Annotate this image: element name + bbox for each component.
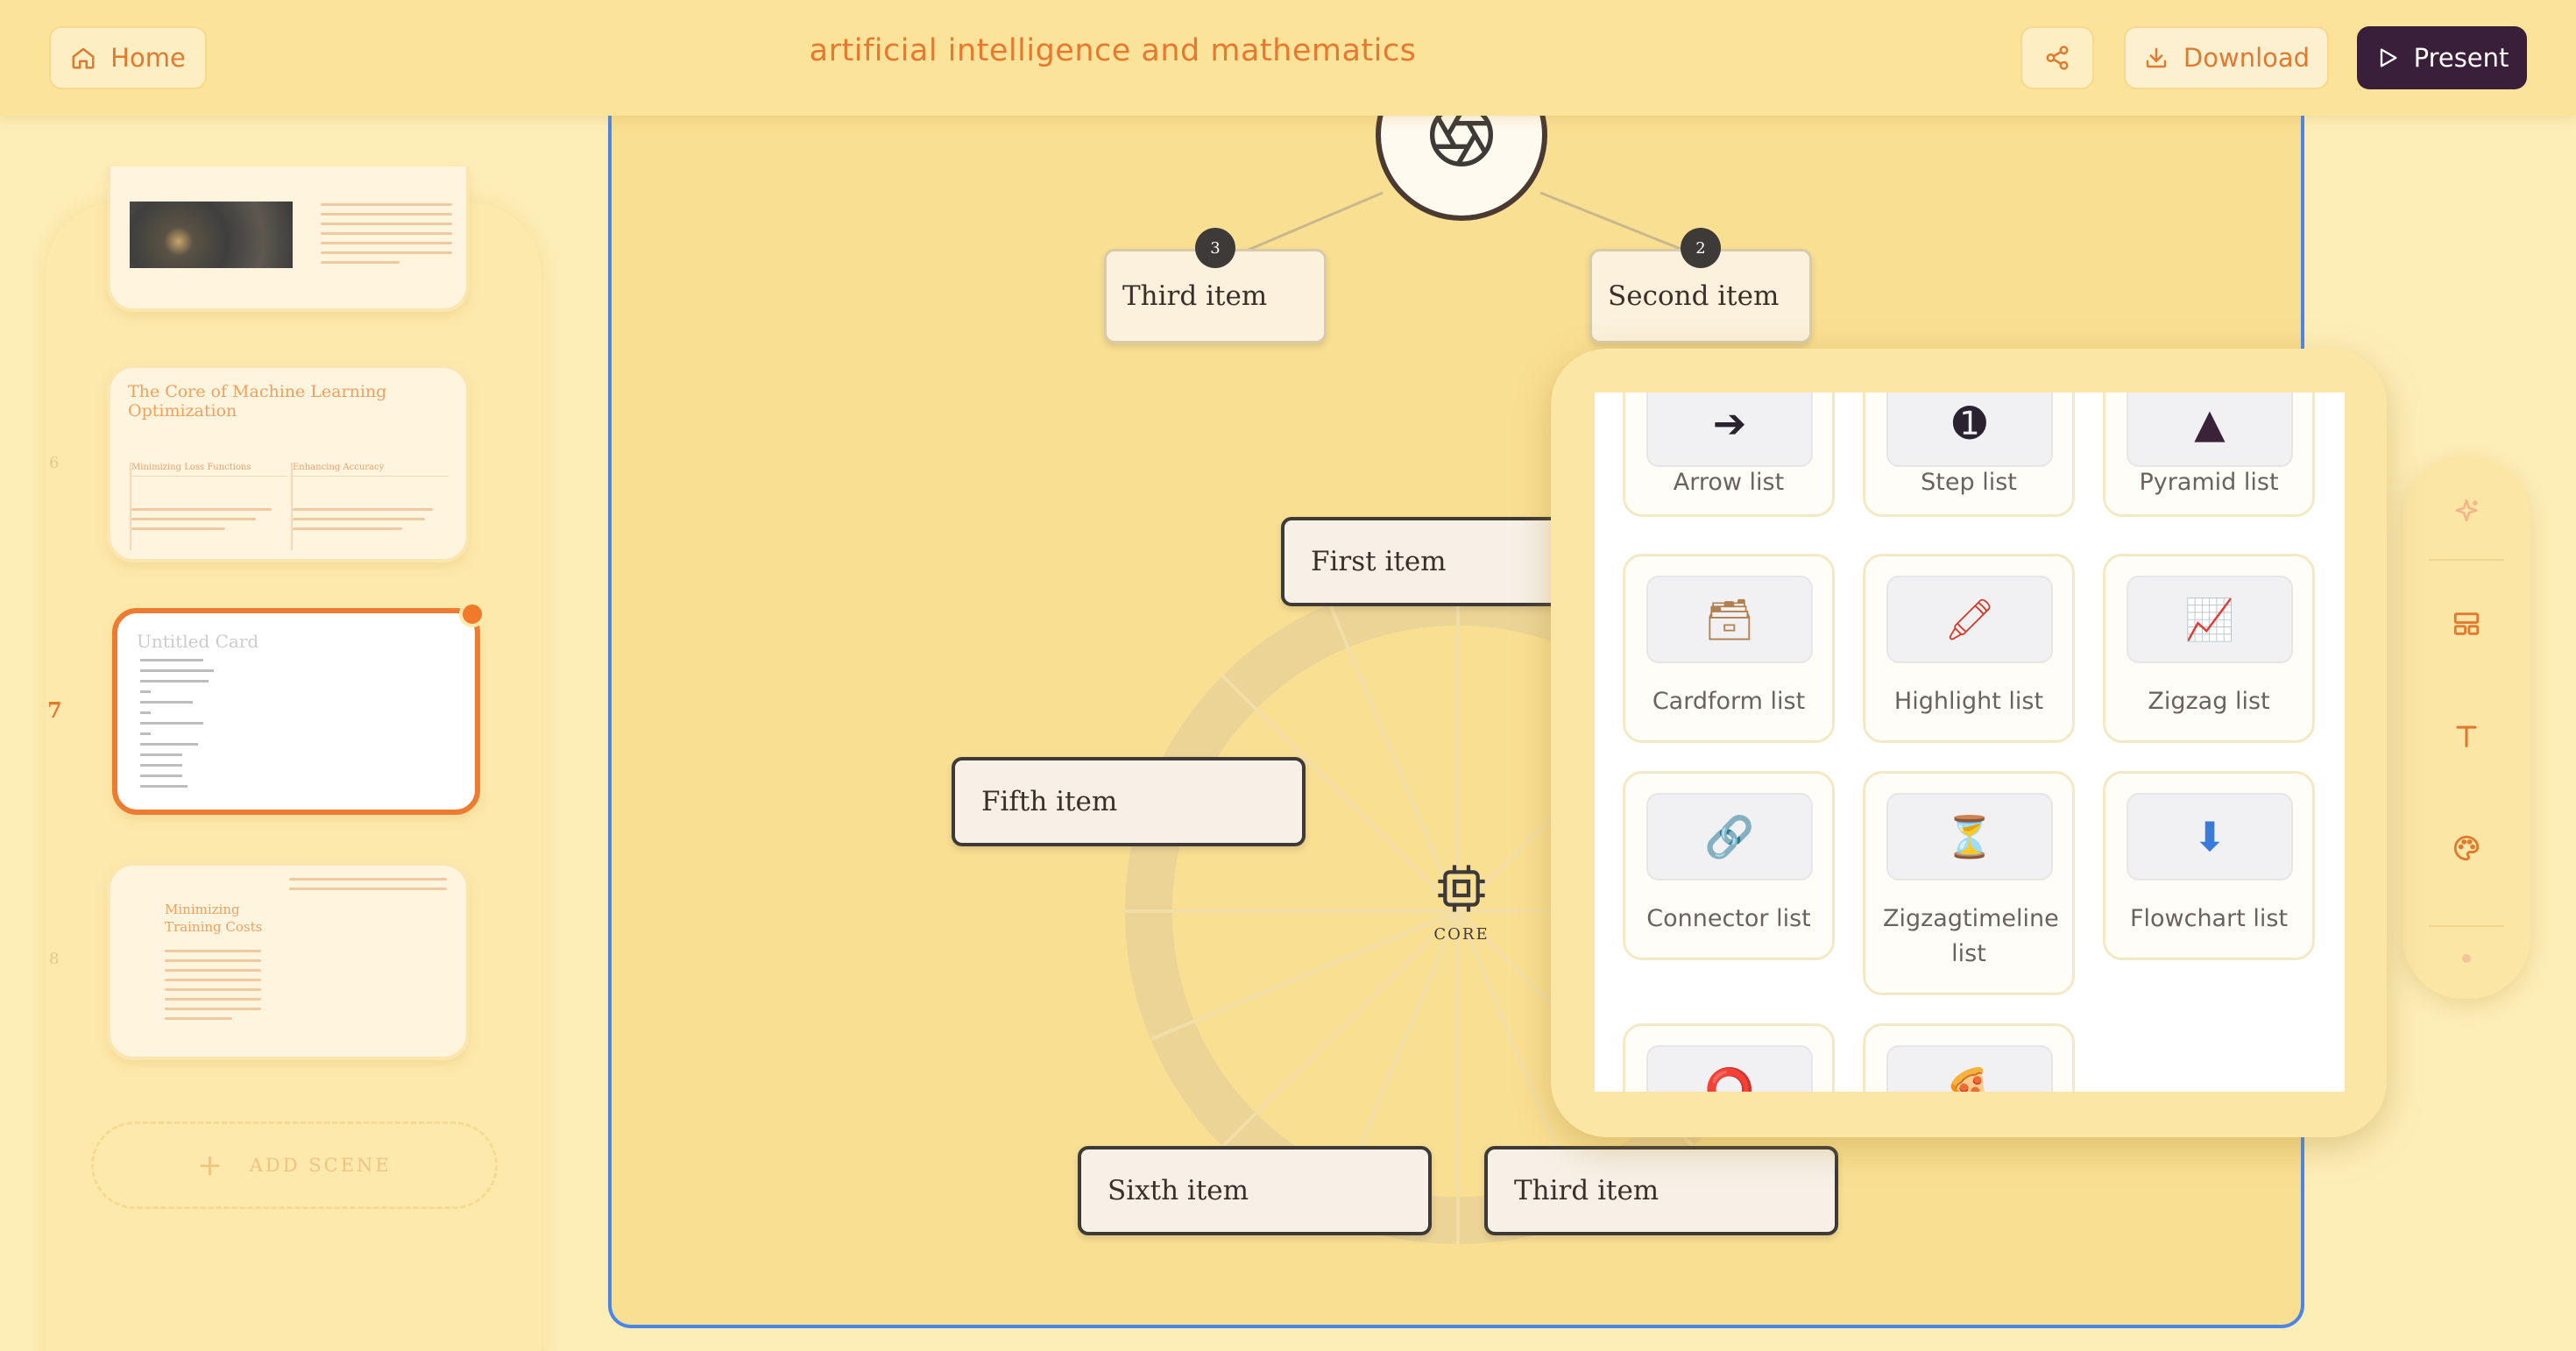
layout-option-arrow-list[interactable]: ➔ Arrow list [1623, 393, 1835, 517]
layout-picker-grid: ➔ Arrow list ➊ Step list ▲ Pyramid list … [1595, 393, 2345, 1092]
slide-number-active: 7 [47, 697, 62, 723]
arrow-icon: ➔ [1646, 393, 1813, 467]
layout-option-highlight-list[interactable]: 🖍 Highlight list [1863, 554, 2075, 743]
layout-option-zigzagtimeline-list[interactable]: ⏳ Zigzagtimeline list [1863, 771, 2075, 995]
node-label: First item [1311, 546, 1447, 577]
layout-option-label: Pyramid list [2139, 469, 2279, 496]
present-label: Present [2413, 43, 2509, 73]
chart-increasing-icon: 📈 [2127, 576, 2293, 663]
text-tool-button[interactable] [2440, 710, 2493, 762]
layout-option-connector-list[interactable]: 🔗 Connector list [1623, 771, 1835, 960]
layout-option-cardform-list[interactable]: 🗃 Cardform list [1623, 554, 1835, 743]
slide-thumbnail-6[interactable]: The Core of Machine Learning Optimizatio… [107, 364, 470, 562]
thumbnail-title: Minimizing Training Costs [165, 902, 263, 935]
layout-option-label: Highlight list [1893, 688, 2044, 715]
thumbnail-photo [130, 202, 293, 268]
chip-icon [1438, 865, 1485, 912]
layout-option-label: Cardform list [1652, 688, 1806, 715]
share-icon [2046, 46, 2069, 70]
play-icon [2380, 48, 2397, 67]
ai-sparkle-tool-button[interactable] [2440, 485, 2493, 538]
home-button[interactable]: Home [49, 26, 207, 89]
layout-option-label: Arrow list [1673, 469, 1785, 496]
thumbnail-text-lines [321, 203, 452, 271]
node-number-badge: 2 [1681, 228, 1721, 268]
share-button[interactable] [2020, 26, 2094, 89]
tool-rail [2403, 456, 2530, 999]
thumbnail-column-heading: Minimizing Loss Functions [131, 463, 287, 477]
layout-option-step-list[interactable]: ➊ Step list [1863, 393, 2075, 517]
home-label: Home [110, 43, 186, 73]
hourglass-icon: ⏳ [1886, 793, 2053, 881]
down-arrow-icon: ⬇ [2127, 793, 2293, 881]
download-label: Download [2183, 43, 2311, 73]
more-dot-indicator [2440, 932, 2493, 985]
layout-tool-button[interactable] [2440, 598, 2493, 650]
node-label: Second item [1608, 280, 1780, 312]
list-node[interactable]: Sixth item [1078, 1146, 1432, 1235]
link-icon: 🔗 [1646, 793, 1813, 881]
theme-tool-button[interactable] [2440, 822, 2493, 874]
layout-option-pyramid-list[interactable]: ▲ Pyramid list [2103, 393, 2315, 517]
layout-option-label: Connector list [1646, 905, 1811, 932]
selected-indicator [459, 601, 485, 627]
list-node[interactable]: Third item [1484, 1146, 1838, 1235]
download-icon [2146, 47, 2167, 68]
home-icon [72, 47, 95, 69]
core-label: CORE [1433, 925, 1490, 944]
thumbnail-text-lines [140, 659, 245, 796]
plus-icon: + [197, 1148, 225, 1183]
node-label: Third item [1122, 280, 1268, 312]
layout-option-circle-list[interactable]: ⭕ [1623, 1023, 1835, 1092]
node-number-badge: 3 [1195, 228, 1235, 268]
thumbnail-title: The Core of Machine Learning Optimizatio… [128, 382, 387, 421]
node-label: Sixth item [1108, 1175, 1249, 1206]
sparkle-icon [2455, 499, 2478, 522]
node-label: Third item [1514, 1175, 1660, 1206]
layout-picker-popup: ➔ Arrow list ➊ Step list ▲ Pyramid list … [1551, 349, 2387, 1137]
pyramid-icon: ▲ [2127, 393, 2293, 467]
add-scene-label: ADD SCENE [249, 1155, 392, 1176]
add-scene-button[interactable]: + ADD SCENE [91, 1121, 498, 1209]
node-label: Fifth item [981, 786, 1118, 817]
pizza-icon: 🍕 [1886, 1045, 2053, 1092]
layout-option-label: Flowchart list [2129, 905, 2289, 932]
layout-option-label: Zigzag list [2148, 688, 2270, 715]
layout-option-zigzag-list[interactable]: 📈 Zigzag list [2103, 554, 2315, 743]
slide-thumbnail-5[interactable] [107, 166, 470, 312]
top-bar: Home artificial intelligence and mathema… [0, 0, 2576, 116]
list-node[interactable]: Fifth item [952, 757, 1306, 846]
core-hub: CORE [1374, 860, 1549, 944]
present-button[interactable]: Present [2357, 26, 2527, 89]
layout-icon [2453, 612, 2480, 635]
thumbnail-title: Untitled Card [137, 631, 259, 652]
download-button[interactable]: Download [2124, 26, 2329, 89]
circle-icon: ⭕ [1646, 1045, 1813, 1092]
palette-icon [2453, 835, 2480, 861]
card-file-box-icon: 🗃 [1646, 576, 1813, 663]
slide-number: 8 [49, 950, 60, 968]
page-title[interactable]: artificial intelligence and mathematics [613, 33, 1612, 68]
slide-thumbnail-8[interactable]: Minimizing Training Costs [107, 862, 470, 1060]
layout-option-label: Step list [1921, 469, 2017, 496]
step-number-icon: ➊ [1886, 393, 2053, 467]
layout-option-flowchart-list[interactable]: ⬇ Flowchart list [2103, 771, 2315, 960]
layout-option-pizza-list[interactable]: 🍕 [1863, 1023, 2075, 1092]
text-icon [2456, 725, 2477, 747]
thumbnail-column-heading: Enhancing Accuracy [293, 463, 449, 477]
slide-number: 6 [49, 454, 60, 472]
slide-thumbnail-7-selected[interactable]: Untitled Card [112, 608, 480, 815]
crayon-icon: 🖍 [1886, 576, 2053, 663]
layout-option-label: Zigzagtimeline list [1883, 905, 2059, 967]
